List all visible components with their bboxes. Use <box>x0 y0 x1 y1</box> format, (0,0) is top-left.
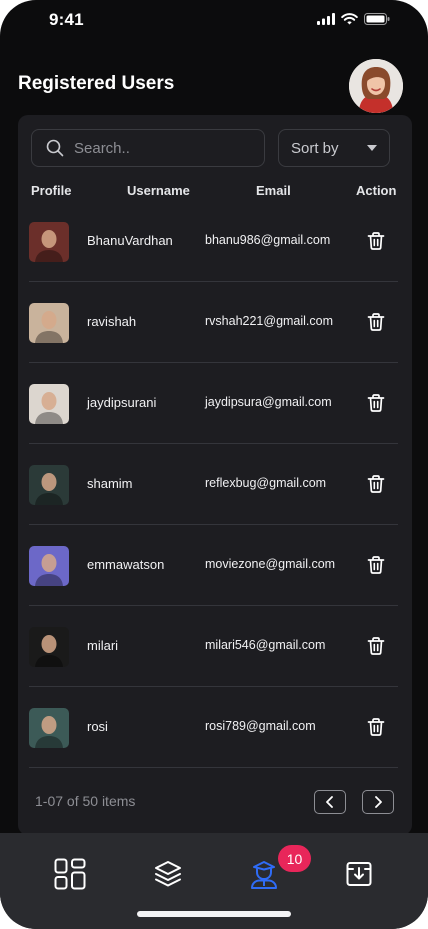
search-input[interactable] <box>74 139 244 157</box>
table-row: rosi rosi789@gmail.com <box>29 687 398 768</box>
column-header-action: Action <box>356 183 397 198</box>
trash-icon <box>367 232 385 250</box>
search-icon <box>46 139 64 157</box>
username-cell: shamim <box>87 476 133 491</box>
delete-button[interactable] <box>366 636 386 656</box>
user-profile-icon <box>251 861 277 889</box>
home-indicator <box>137 911 291 917</box>
user-avatar-icon <box>29 627 69 667</box>
email-cell: rvshah221@gmail.com <box>205 314 334 328</box>
column-header-profile: Profile <box>31 183 72 198</box>
signal-icon <box>317 13 335 25</box>
wifi-icon <box>341 13 358 25</box>
pagination-summary: 1-07 of 50 items <box>35 793 136 809</box>
nav-dashboard[interactable] <box>53 857 87 891</box>
users-card: Sort by Profile Username Email Action Bh… <box>18 115 412 835</box>
chevron-down-icon <box>367 145 377 151</box>
trash-icon <box>367 394 385 412</box>
column-header-username: Username <box>127 183 190 198</box>
delete-button[interactable] <box>366 393 386 413</box>
table-row: shamim reflexbug@gmail.com <box>29 444 398 525</box>
status-bar: 9:41 <box>0 0 428 44</box>
trash-icon <box>367 475 385 493</box>
phone-screen: 9:41 Registered Users Search.. Sort by P… <box>0 0 428 929</box>
column-header-email: Email <box>256 183 291 198</box>
username-cell: milari <box>87 638 119 653</box>
email-cell: reflexbug@gmail.com <box>205 476 327 490</box>
trash-icon <box>367 637 385 655</box>
table-row: emmawatson moviezone@gmail.com <box>29 525 398 606</box>
previous-page-button[interactable] <box>314 790 346 814</box>
status-icons <box>317 13 390 25</box>
notification-badge: 10 <box>278 845 311 872</box>
email-cell: bhanu986@gmail.com <box>205 233 331 247</box>
user-avatar-icon <box>29 222 69 262</box>
table-row: ravishah rvshah221@gmail.com <box>29 282 398 363</box>
user-avatar-icon <box>29 303 69 343</box>
grid-icon <box>54 858 86 890</box>
user-avatar-icon <box>29 465 69 505</box>
status-time: 9:41 <box>49 10 84 29</box>
username-cell: rosi <box>87 719 108 734</box>
header-avatar[interactable] <box>349 59 403 113</box>
email-cell: moviezone@gmail.com <box>205 557 336 571</box>
user-avatar-icon <box>29 708 69 748</box>
nav-layers[interactable] <box>151 857 185 891</box>
sort-label: Sort by <box>291 139 339 157</box>
user-avatar-icon <box>29 384 69 424</box>
delete-button[interactable] <box>366 231 386 251</box>
user-avatar-icon <box>29 546 69 586</box>
table-row: milari milari546@gmail.com <box>29 606 398 687</box>
email-cell: jaydipsura@gmail.com <box>205 395 332 409</box>
battery-icon <box>364 13 390 25</box>
user-avatar-icon <box>349 59 403 113</box>
user-avatar <box>29 708 69 748</box>
email-cell: rosi789@gmail.com <box>205 719 316 733</box>
chevron-left-icon <box>326 796 333 808</box>
nav-download[interactable] <box>342 857 376 891</box>
user-avatar <box>29 627 69 667</box>
trash-icon <box>367 718 385 736</box>
layers-icon <box>155 861 181 887</box>
table-row: BhanuVardhan bhanu986@gmail.com <box>29 201 398 282</box>
user-avatar <box>29 222 69 262</box>
sort-dropdown[interactable]: Sort by <box>278 129 390 167</box>
username-cell: ravishah <box>87 314 137 329</box>
next-page-button[interactable] <box>362 790 394 814</box>
user-avatar <box>29 303 69 343</box>
email-cell: milari546@gmail.com <box>205 638 326 652</box>
delete-button[interactable] <box>366 474 386 494</box>
user-avatar <box>29 465 69 505</box>
chevron-right-icon <box>375 796 382 808</box>
username-cell: BhanuVardhan <box>87 233 173 248</box>
delete-button[interactable] <box>366 555 386 575</box>
bottom-navigation: 10 <box>0 833 428 929</box>
trash-icon <box>367 313 385 331</box>
delete-button[interactable] <box>366 717 386 737</box>
search-box[interactable] <box>31 129 265 167</box>
user-avatar <box>29 546 69 586</box>
delete-button[interactable] <box>366 312 386 332</box>
trash-icon <box>367 556 385 574</box>
page-title: Registered Users <box>18 73 175 94</box>
username-cell: jaydipsurani <box>87 395 157 410</box>
table-row: jaydipsurani jaydipsura@gmail.com <box>29 363 398 444</box>
download-icon <box>346 862 372 886</box>
user-avatar <box>29 384 69 424</box>
nav-users[interactable] <box>247 857 281 891</box>
username-cell: emmawatson <box>87 557 165 572</box>
